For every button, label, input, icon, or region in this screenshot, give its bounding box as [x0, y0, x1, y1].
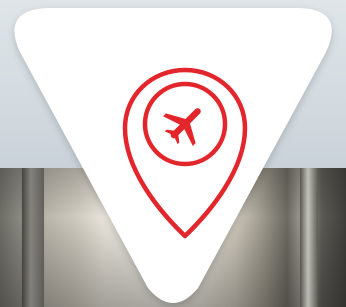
airport-badge: [14, 8, 332, 303]
badge-triangle: [14, 8, 332, 303]
scene: [0, 0, 346, 307]
